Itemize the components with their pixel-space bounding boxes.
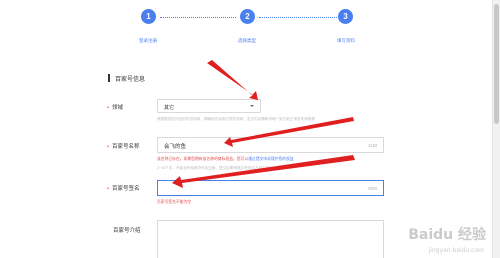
scrollbar-thumb[interactable] <box>494 4 499 124</box>
name-hint: 2~10个字，不能含有特殊符号及空格，提交后需审核并完成后方可生效 <box>157 166 270 170</box>
name-input[interactable]: 会飞的鱼 4/10 <box>157 137 384 153</box>
name-error: 该名称已存在，如果您拥有该名称的商标权益，您可以通过提交申诉保护您的权益 <box>157 157 294 161</box>
name-input-value: 会飞的鱼 <box>164 144 187 150</box>
required-mark: • <box>107 144 109 150</box>
intro-label: 百家号介绍 <box>113 228 141 234</box>
watermark-url: jingyan.baidu.com <box>428 247 484 254</box>
baidu-watermark-logo: Baidu 经验 <box>408 227 486 243</box>
appeal-link[interactable]: 通过提交申诉保护您的权益 <box>248 157 294 161</box>
section-marker <box>108 74 110 82</box>
step-1-circle: 1 <box>141 9 156 24</box>
step-3-label: 填写资料 <box>337 38 355 43</box>
domain-select-value: 其它 <box>164 104 175 111</box>
domain-label: • 领域 <box>107 105 123 111</box>
chevron-down-icon <box>250 105 254 107</box>
step-3-circle: 3 <box>338 9 353 24</box>
signature-char-count: 0/20 <box>368 186 377 191</box>
step-connector <box>259 17 337 18</box>
step-2-circle: 2 <box>240 9 255 24</box>
arrow-shape <box>207 60 258 100</box>
required-mark: • <box>107 105 109 111</box>
domain-select[interactable]: 其它 <box>157 99 261 113</box>
name-label: • 百家号名称 <box>107 144 140 150</box>
step-connector <box>160 17 236 18</box>
intro-textarea[interactable] <box>157 220 384 258</box>
section-title: 百家号信息 <box>115 77 146 83</box>
domain-hint: 请根据您的作品的内容领域，明确地告诉我们您的领域，发文内容需和领域一致方能正常发… <box>157 117 316 121</box>
signature-error: 百家号签名不能为空 <box>157 200 192 204</box>
name-char-count: 4/10 <box>368 143 377 148</box>
required-mark: • <box>107 186 109 192</box>
step-2-label: 选择类型 <box>238 38 256 43</box>
step-1-label: 登录注册 <box>139 38 157 43</box>
signature-input[interactable]: 0/20 <box>157 180 384 196</box>
signature-label: • 百家号签名 <box>107 186 140 192</box>
scrollbar[interactable] <box>492 0 500 258</box>
